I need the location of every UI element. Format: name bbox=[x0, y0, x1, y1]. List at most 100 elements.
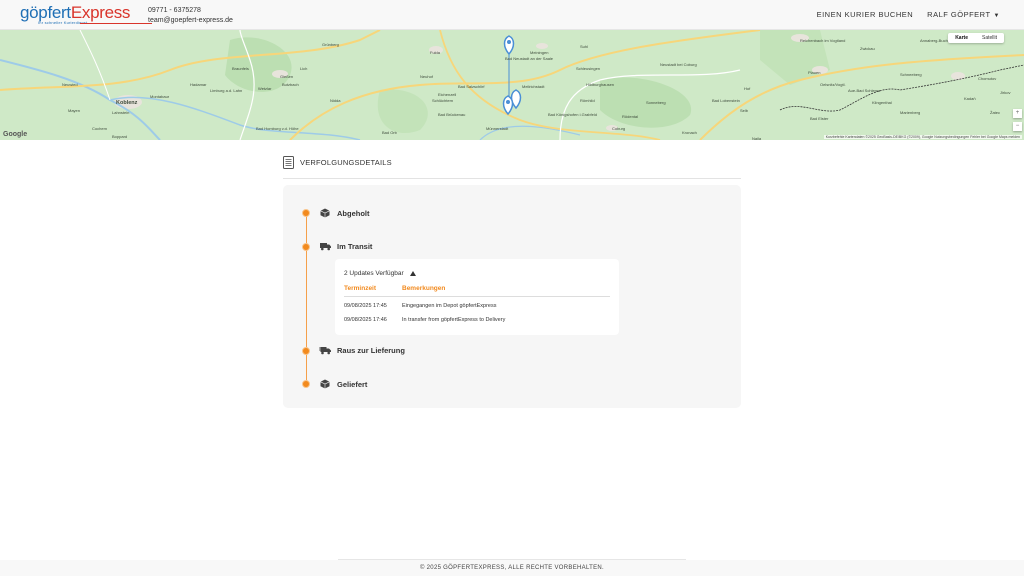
map-place-label: Bad Königshofen i.Grabfeld bbox=[548, 112, 597, 117]
map-place-label: Römhild bbox=[580, 98, 595, 103]
map-place-label: Grünberg bbox=[322, 42, 339, 47]
email-address: team@goepfert-express.de bbox=[148, 17, 233, 24]
map-place-label: Hadamar bbox=[190, 82, 207, 87]
update-time: 09/08/2025 17:45 bbox=[344, 303, 387, 309]
map-place-label: Chomutov bbox=[978, 76, 996, 81]
map-place-label: Gießen bbox=[280, 74, 293, 79]
map-place-label: Marienberg bbox=[900, 110, 920, 115]
document-icon bbox=[283, 156, 294, 169]
map-place-label: Jirkov bbox=[1000, 90, 1010, 95]
map-place-label: Schneeberg bbox=[900, 72, 922, 77]
map-place-label: Nidda bbox=[330, 98, 341, 103]
map-place-label: Bad Lobenstein bbox=[712, 98, 740, 103]
step-label: Geliefert bbox=[337, 379, 368, 389]
zoom-out-button[interactable]: − bbox=[1013, 122, 1022, 131]
section-divider bbox=[283, 178, 741, 179]
update-remark: Eingegangen im Depot göpfertExpress bbox=[402, 303, 497, 309]
map-canvas: Koblenz Montabaur Limburg a.d. Lahn Bad Hom… bbox=[0, 30, 1024, 140]
map-place-label: Lahnstein bbox=[112, 110, 129, 115]
timeline-step-im-transit: Im Transit bbox=[302, 242, 372, 251]
map-place-label: Suhl bbox=[580, 44, 588, 49]
package-icon bbox=[319, 208, 331, 218]
map-place-label: Münnerstadt bbox=[486, 126, 509, 131]
map-place-label: Montabaur bbox=[150, 94, 170, 99]
map-place-label: Plauen bbox=[808, 70, 820, 75]
column-header-terminzeit: Terminzeit bbox=[344, 285, 377, 292]
timeline-step-abgeholt: Abgeholt bbox=[302, 208, 370, 218]
phone-number: 09771 - 6375278 bbox=[148, 7, 201, 14]
map-place-label: Aue-Bad Schlema bbox=[848, 88, 881, 93]
zoom-in-button[interactable]: + bbox=[1013, 109, 1022, 118]
tracking-section-header: VERFOLGUNGSDETAILS bbox=[283, 156, 392, 169]
book-courier-link[interactable]: EINEN KURIER BUCHEN bbox=[817, 10, 914, 19]
map-place-label: Hildburghausen bbox=[586, 82, 614, 87]
map-place-label: Boppard bbox=[112, 134, 127, 139]
page-footer: © 2025 GÖPFERTEXPRESS, ALLE RECHTE VORBE… bbox=[0, 560, 1024, 576]
timeline-step-geliefert: Geliefert bbox=[302, 379, 367, 389]
chevron-down-icon: ▼ bbox=[993, 13, 1000, 19]
tracking-card: Abgeholt Im Transit 2 Updates Verfügbar … bbox=[283, 185, 741, 408]
map-place-label: Lich bbox=[300, 66, 307, 71]
map-place-label: Mayen bbox=[68, 108, 80, 113]
map-place-label: Neuwied bbox=[62, 82, 78, 87]
tracking-map[interactable]: Koblenz Montabaur Limburg a.d. Lahn Bad Hom… bbox=[0, 30, 1024, 140]
timeline-dot bbox=[302, 380, 310, 388]
goepfert-express-logo[interactable]: göpfertExpress Ihr schneller Kurierdiens… bbox=[20, 4, 152, 26]
updates-panel: 2 Updates Verfügbar Terminzeit Bemerkung… bbox=[335, 259, 619, 335]
map-type-karte[interactable]: Karte bbox=[948, 33, 975, 43]
map-place-label: Žatec bbox=[990, 110, 1000, 115]
map-place-label: Neustadt bei Coburg bbox=[660, 62, 697, 67]
map-place-label: Fulda bbox=[430, 50, 441, 55]
delivery-truck-icon bbox=[319, 346, 331, 355]
map-place-label: Coburg bbox=[612, 126, 625, 131]
map-place-label: Sonneberg bbox=[646, 100, 666, 105]
map-place-label: Zwickau bbox=[860, 46, 875, 51]
contact-info: 09771 - 6375278 team@goepfert-express.de bbox=[148, 6, 233, 26]
column-header-bemerkungen: Bemerkungen bbox=[402, 285, 446, 292]
timeline-line bbox=[306, 212, 307, 384]
map-place-label: Naila bbox=[752, 136, 762, 140]
map-place-label: Schlüchtern bbox=[432, 98, 453, 103]
map-place-label: Bad Neustadt an der Saale bbox=[505, 56, 554, 61]
map-place-label: Bad Brückenau bbox=[438, 112, 465, 117]
map-attribution[interactable]: Kurzbefehle Kartendaten ©2025 GeoBasis-D… bbox=[823, 135, 1022, 139]
map-place-label: Butzbach bbox=[282, 82, 299, 87]
timeline-step-raus-zur-lieferung: Raus zur Lieferung bbox=[302, 346, 405, 355]
map-place-label: Hof bbox=[744, 86, 751, 91]
updates-toggle-label: 2 Updates Verfügbar bbox=[344, 270, 404, 277]
package-icon bbox=[319, 379, 331, 389]
step-label: Abgeholt bbox=[337, 208, 370, 218]
map-place-label: Selb bbox=[740, 108, 749, 113]
map-type-satellit[interactable]: Satellit bbox=[975, 33, 1004, 43]
timeline-dot bbox=[302, 346, 310, 355]
map-place-label: Cochem bbox=[92, 126, 108, 131]
map-place-label: Mellrichstadt bbox=[522, 84, 545, 89]
updates-toggle[interactable]: 2 Updates Verfügbar bbox=[344, 270, 416, 277]
map-place-label: Oelsnitz/Vogtl. bbox=[820, 82, 846, 87]
timeline-dot bbox=[302, 209, 310, 217]
map-place-label: Kadaň bbox=[964, 96, 976, 101]
update-time: 09/08/2025 17:46 bbox=[344, 317, 387, 323]
map-place-label: Meiningen bbox=[530, 50, 548, 55]
map-place-label: Neuhof bbox=[420, 74, 434, 79]
update-remark: In transfer from göpfertExpress to Deliv… bbox=[402, 317, 506, 323]
logo-underline bbox=[80, 23, 152, 24]
user-name: RALF GÖPFERT bbox=[927, 10, 991, 19]
map-place-label: Klingenthal bbox=[872, 100, 892, 105]
tracking-section-title: VERFOLGUNGSDETAILS bbox=[300, 158, 392, 167]
map-place-label: Bad Homburg v.d. Höhe bbox=[256, 126, 299, 131]
top-header: göpfertExpress Ihr schneller Kurierdiens… bbox=[0, 0, 1024, 30]
step-label: Im Transit bbox=[337, 242, 373, 251]
map-place-label: Bad Elster bbox=[810, 116, 829, 121]
map-place-label: Koblenz bbox=[116, 100, 138, 106]
updates-table-header: Terminzeit Bemerkungen bbox=[344, 283, 610, 297]
user-menu[interactable]: RALF GÖPFERT ▼ bbox=[927, 10, 1000, 19]
map-place-label: Kronach bbox=[682, 130, 697, 135]
collapse-triangle-icon bbox=[409, 271, 416, 276]
map-place-label: Schleusingen bbox=[576, 66, 600, 71]
map-place-label: Wetzlar bbox=[258, 86, 272, 91]
main-nav: EINEN KURIER BUCHEN RALF GÖPFERT ▼ bbox=[817, 10, 1000, 19]
map-type-control: Karte Satellit bbox=[948, 33, 1004, 43]
map-place-label: Bad Salzschlirf bbox=[458, 84, 485, 89]
timeline-dot bbox=[302, 242, 310, 251]
